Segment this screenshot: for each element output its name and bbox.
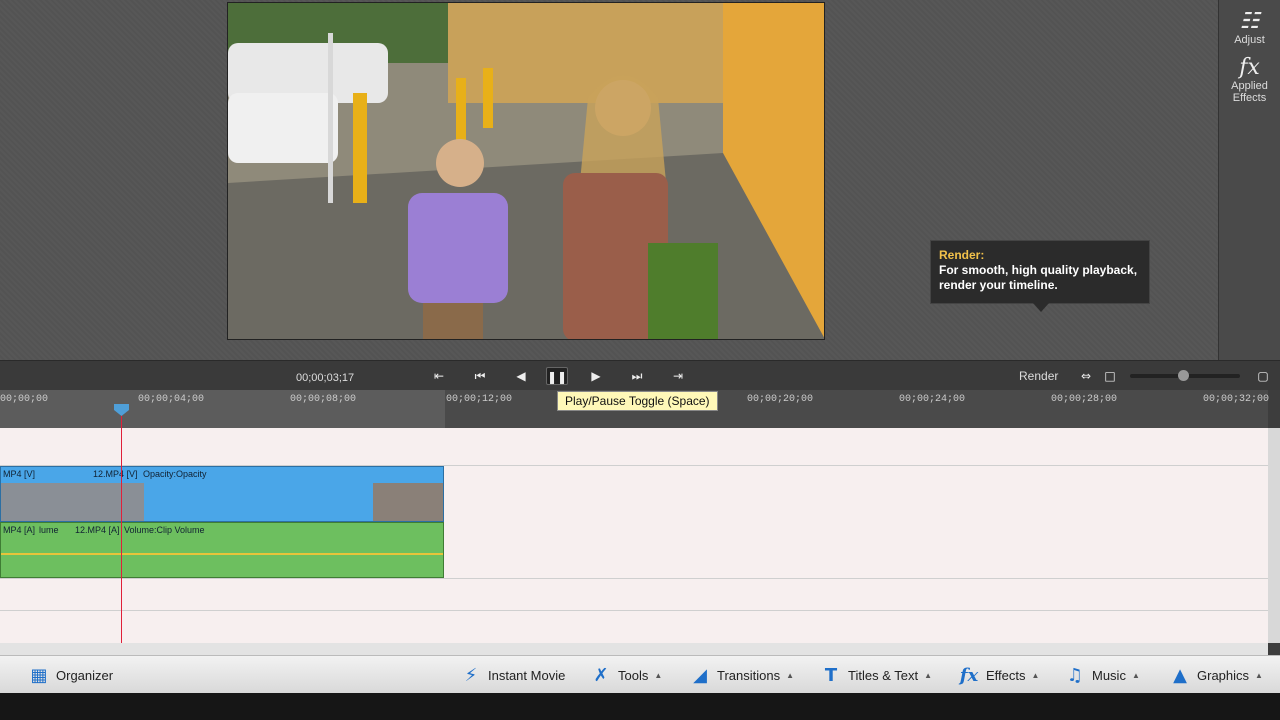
pause-icon: ❚❚	[547, 370, 568, 384]
fx-icon: fx	[959, 664, 979, 686]
caret-up-icon: ▲	[1031, 670, 1040, 680]
audio-clip-label: 12.MP4 [A]	[75, 525, 120, 535]
vertical-scrollbar[interactable]	[1268, 428, 1280, 643]
ruler-label: 00;00;20;00	[747, 394, 814, 405]
graphics-label: Graphics	[1197, 667, 1250, 683]
prev-edit-button[interactable]: ⏮	[469, 367, 491, 385]
ruler-label: 00;00;32;00	[1203, 394, 1270, 405]
music-label: Music	[1092, 667, 1126, 683]
footer-strip	[0, 693, 1280, 720]
zoom-in-icon: ▢	[1257, 369, 1269, 383]
next-edit-button[interactable]: ⏭	[626, 367, 648, 385]
current-timecode: 00;00;03;17	[296, 372, 355, 384]
tools-label: Tools	[618, 667, 649, 683]
instant-movie-label: Instant Movie	[488, 667, 566, 683]
adjust-button[interactable]: ☷ Adjust	[1219, 0, 1280, 47]
ruler-label: 00;00;24;00	[899, 394, 966, 405]
fit-icon: ⇔	[1080, 369, 1092, 383]
ruler-label: 00;00;12;00	[446, 394, 513, 405]
zoom-out-button[interactable]: □	[1099, 367, 1121, 385]
effects-label: Effects	[986, 667, 1026, 683]
video-clip-left-label: MP4 [V]	[3, 469, 36, 479]
tools-icon: ✗	[593, 664, 609, 686]
lightning-icon: ⚡	[464, 664, 478, 686]
volume-property-dropdown[interactable]: Volume:Clip Volume	[124, 525, 205, 535]
titles-text-button[interactable]: T Titles & Text ▲	[820, 664, 932, 686]
bottom-action-bar: ▦ Organizer ⚡ Instant Movie ✗ Tools ▲ ◢ …	[0, 655, 1280, 693]
volume-line[interactable]	[1, 553, 443, 555]
video-clip[interactable]: MP4 [V] 12.MP4 [V] Opacity:Opacity	[0, 466, 444, 522]
caret-up-icon: ▲	[654, 670, 663, 680]
audio-clip[interactable]: MP4 [A] lume 12.MP4 [A] Volume:Clip Volu…	[0, 522, 444, 578]
transitions-icon: ◢	[693, 664, 707, 686]
track-divider	[0, 578, 1268, 579]
video-thumbnail-end	[373, 483, 443, 521]
graphics-button[interactable]: ▲ Graphics ▲	[1169, 664, 1263, 686]
step-forward-icon: ▶	[591, 369, 601, 383]
zoom-out-icon: □	[1104, 369, 1116, 383]
organizer-label: Organizer	[56, 667, 114, 683]
horizontal-scrollbar[interactable]	[0, 643, 1268, 655]
audio-clip-left-label: MP4 [A]	[3, 525, 36, 535]
tools-button[interactable]: ✗ Tools ▲	[590, 664, 662, 686]
caret-up-icon: ▲	[786, 670, 795, 680]
caret-up-icon: ▲	[924, 670, 932, 680]
opacity-property-dropdown[interactable]: Opacity:Opacity	[143, 469, 207, 479]
sliders-icon: ☷	[1239, 9, 1260, 34]
zoom-in-button[interactable]: ▢	[1252, 367, 1274, 385]
titles-icon: T	[824, 664, 838, 686]
video-preview[interactable]	[227, 2, 825, 340]
render-tooltip-title: Render:	[939, 248, 985, 262]
instant-movie-button[interactable]: ⚡ Instant Movie	[460, 664, 566, 686]
ruler-label: 00;00;00	[0, 394, 49, 405]
play-pause-button[interactable]: ❚❚	[546, 367, 568, 385]
timeline-tracks[interactable]: MP4 [V] 12.MP4 [V] Opacity:Opacity MP4 […	[0, 428, 1268, 643]
organizer-icon: ▦	[30, 664, 48, 686]
adjust-label: Adjust	[1234, 34, 1265, 46]
ruler-label: 00;00;28;00	[1051, 394, 1118, 405]
rendered-range	[0, 390, 445, 428]
video-clip-label: 12.MP4 [V]	[93, 469, 138, 479]
zoom-slider-handle[interactable]	[1178, 370, 1189, 381]
step-back-icon: ◀	[516, 369, 526, 383]
ruler-label: 00;00;08;00	[290, 394, 357, 405]
track-divider	[0, 610, 1268, 611]
playhead-line[interactable]	[121, 405, 122, 643]
fx-icon: fx	[1239, 55, 1260, 80]
fit-timeline-button[interactable]: ⇔	[1075, 367, 1097, 385]
audio-clip-left-prop: lume	[39, 525, 59, 535]
caret-up-icon: ▲	[1131, 670, 1140, 680]
music-button[interactable]: ♫ Music ▲	[1064, 664, 1140, 686]
music-note-icon: ♫	[1066, 664, 1084, 686]
goto-start-icon: ⇤	[433, 369, 445, 383]
goto-end-button[interactable]: ⇥	[667, 367, 689, 385]
caret-up-icon: ▲	[1255, 670, 1263, 680]
applied-effects-label: Applied Effects	[1231, 80, 1268, 104]
prev-edit-icon: ⏮	[474, 369, 486, 383]
effects-button[interactable]: fx Effects ▲	[958, 664, 1040, 686]
step-back-button[interactable]: ◀	[510, 367, 532, 385]
transitions-button[interactable]: ◢ Transitions ▲	[689, 664, 794, 686]
titles-text-label: Titles & Text	[848, 667, 919, 683]
play-pause-tooltip: Play/Pause Toggle (Space)	[557, 391, 718, 411]
ruler-label: 00;00;04;00	[138, 394, 205, 405]
render-button[interactable]: Render	[1019, 369, 1058, 383]
goto-start-button[interactable]: ⇤	[428, 367, 450, 385]
render-tooltip-body: For smooth, high quality playback, rende…	[939, 263, 1138, 292]
transitions-label: Transitions	[717, 667, 781, 683]
transport-bar: 00;00;03;17 ⇤ ⏮ ◀ ❚❚ ▶ ⏭ ⇥ Render ⇔ □ ▢	[0, 360, 1280, 390]
step-forward-button[interactable]: ▶	[585, 367, 607, 385]
next-edit-icon: ⏭	[631, 369, 643, 383]
right-panel: ☷ Adjust fx Applied Effects	[1218, 0, 1280, 360]
applied-effects-button[interactable]: fx Applied Effects	[1219, 46, 1280, 105]
video-thumbnail-strip	[1, 483, 144, 521]
goto-end-icon: ⇥	[672, 369, 684, 383]
graphics-icon: ▲	[1173, 664, 1187, 686]
render-tooltip: Render: For smooth, high quality playbac…	[930, 240, 1150, 312]
organizer-button[interactable]: ▦ Organizer	[28, 664, 113, 686]
